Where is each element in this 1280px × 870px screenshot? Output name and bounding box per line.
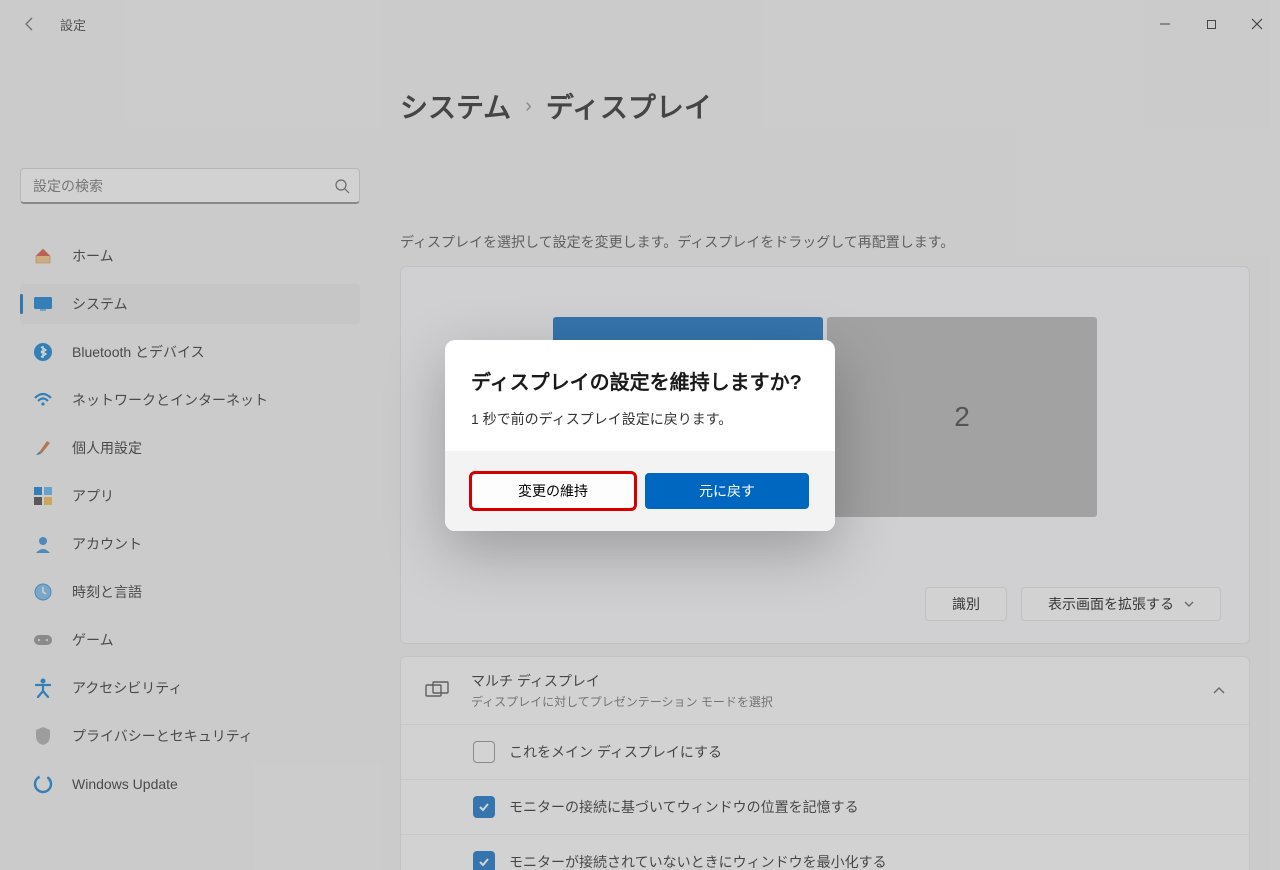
- keep-settings-dialog: ディスプレイの設定を維持しますか? 1 秒で前のディスプレイ設定に戻ります。 変…: [445, 340, 835, 531]
- dialog-title: ディスプレイの設定を維持しますか?: [471, 366, 809, 395]
- dialog-message: 1 秒で前のディスプレイ設定に戻ります。: [471, 409, 809, 429]
- modal-overlay: ディスプレイの設定を維持しますか? 1 秒で前のディスプレイ設定に戻ります。 変…: [0, 0, 1280, 870]
- keep-changes-button[interactable]: 変更の維持: [471, 473, 635, 509]
- revert-button[interactable]: 元に戻す: [645, 473, 809, 509]
